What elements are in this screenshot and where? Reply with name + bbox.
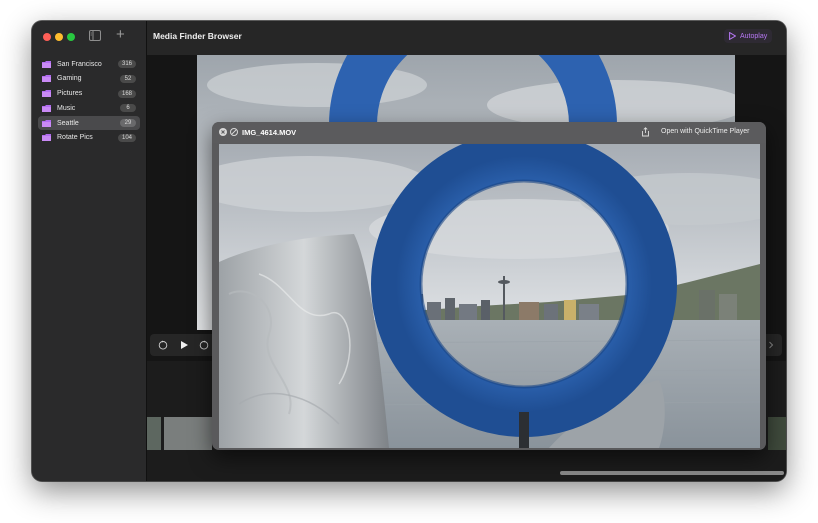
sidebar-item-label: Music [57, 104, 76, 112]
seattle-sculpture-image [219, 144, 760, 448]
sidebar-item-gaming[interactable]: Gaming 52 [38, 72, 140, 86]
sidebar-item-count: 6 [120, 104, 136, 113]
window-close-button[interactable] [43, 33, 51, 41]
autoplay-label: Autoplay [740, 32, 768, 40]
skip-back-icon[interactable] [158, 340, 168, 350]
folder-icon [42, 134, 51, 142]
folder-icon [42, 60, 51, 68]
quick-look-video[interactable] [219, 144, 760, 448]
sidebar-item-pictures[interactable]: Pictures 168 [38, 87, 140, 101]
sidebar-toggle-icon[interactable] [89, 30, 101, 41]
play-icon[interactable] [179, 340, 189, 350]
sidebar-item-seattle[interactable]: Seattle 29 [38, 116, 140, 131]
sidebar-item-san-francisco[interactable]: San Francisco 316 [38, 57, 140, 71]
folder-icon [42, 90, 51, 98]
share-icon[interactable] [641, 127, 650, 137]
close-icon[interactable] [219, 128, 227, 136]
skip-forward-icon[interactable] [199, 340, 209, 350]
sidebar: + San Francisco 316 Gaming 52 Pictures 1… [32, 21, 147, 481]
autoplay-button[interactable]: Autoplay [724, 29, 773, 43]
add-folder-button[interactable]: + [116, 27, 125, 42]
quick-look-filename: IMG_4614.MOV [242, 128, 297, 137]
sidebar-list: San Francisco 316 Gaming 52 Pictures 168… [38, 57, 140, 146]
sidebar-item-count: 316 [117, 60, 136, 68]
folder-icon [42, 75, 51, 83]
sidebar-item-count: 29 [120, 119, 136, 128]
sidebar-item-label: Pictures [57, 90, 83, 98]
sidebar-item-count: 52 [120, 74, 136, 83]
sidebar-item-count: 168 [117, 89, 136, 98]
sidebar-item-music[interactable]: Music 6 [38, 101, 140, 115]
thumbnail[interactable] [164, 417, 212, 450]
sidebar-item-label: San Francisco [57, 60, 102, 68]
window-minimize-button[interactable] [55, 33, 63, 41]
sidebar-item-label: Seattle [57, 119, 79, 127]
play-outline-icon [729, 32, 736, 40]
sidebar-item-label: Rotate Pics [57, 134, 93, 142]
quick-look-panel: IMG_4614.MOV Open with QuickTime Player [212, 122, 766, 450]
open-with-quicktime-button[interactable]: Open with QuickTime Player [661, 128, 749, 135]
chevron-right-icon[interactable] [766, 340, 776, 350]
folder-icon [42, 104, 51, 112]
titlebar: Media Finder Browser Autoplay [147, 21, 786, 55]
sidebar-item-label: Gaming [57, 75, 82, 83]
thumbnail[interactable] [147, 417, 161, 450]
fullscreen-icon[interactable] [230, 128, 238, 136]
folder-icon [42, 119, 51, 127]
sidebar-item-rotate-pics[interactable]: Rotate Pics 104 [38, 131, 140, 145]
thumbnail[interactable] [768, 417, 786, 450]
sidebar-item-count: 104 [117, 133, 136, 142]
quick-look-toolbar: IMG_4614.MOV Open with QuickTime Player [212, 122, 766, 143]
window-zoom-button[interactable] [67, 33, 75, 41]
app-title: Media Finder Browser [153, 31, 242, 41]
horizontal-scrollbar[interactable] [560, 471, 784, 475]
